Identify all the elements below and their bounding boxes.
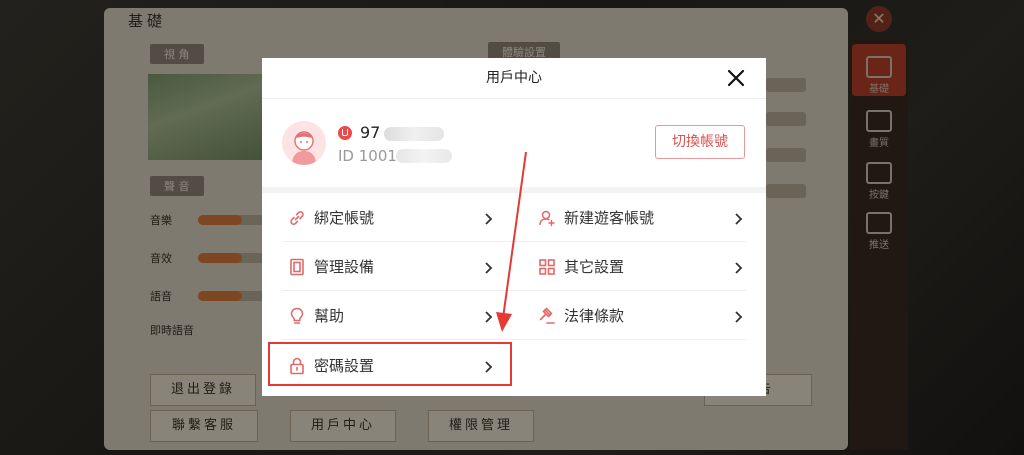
redacted-id <box>396 149 452 163</box>
user-name: 97 <box>360 123 381 142</box>
chevron-right-icon <box>734 260 744 274</box>
chevron-right-icon <box>734 309 744 323</box>
menu-label: 其它設置 <box>564 258 625 276</box>
account-badge-icon <box>338 126 352 140</box>
chevron-right-icon <box>484 309 494 323</box>
device-icon <box>288 258 306 276</box>
menu-item-password-settings[interactable]: 密碼設置 <box>266 342 510 390</box>
gavel-icon <box>538 307 556 325</box>
switch-account-button[interactable]: 切換帳號 <box>655 125 745 159</box>
menu-item-new-guest[interactable]: 新建遊客帳號 <box>516 194 760 242</box>
menu-label: 幫助 <box>314 307 345 325</box>
chevron-right-icon <box>734 211 744 225</box>
menu-item-manage-devices[interactable]: 管理設備 <box>266 243 510 291</box>
menu-label: 密碼設置 <box>314 357 375 375</box>
add-user-icon <box>538 209 556 227</box>
chevron-right-icon <box>484 260 494 274</box>
menu-item-legal-terms[interactable]: 法律條款 <box>516 292 760 340</box>
menu-item-other-settings[interactable]: 其它設置 <box>516 243 760 291</box>
user-id: ID 1001 <box>338 147 397 165</box>
menu-label: 管理設備 <box>314 258 375 276</box>
menu-item-help[interactable]: 幫助 <box>266 292 510 340</box>
dialog-title: 用戶中心 <box>486 70 542 86</box>
menu-label: 綁定帳號 <box>314 209 375 227</box>
link-icon <box>288 209 306 227</box>
avatar <box>282 121 326 165</box>
dialog-header: 用戶中心 <box>262 58 766 99</box>
close-icon[interactable] <box>724 66 748 90</box>
profile-section: 97 ID 1001 切換帳號 <box>262 99 766 187</box>
section-divider <box>262 187 766 193</box>
grid-icon <box>538 258 556 276</box>
redacted-name <box>384 127 444 141</box>
lock-icon <box>288 357 306 375</box>
lightbulb-icon <box>288 307 306 325</box>
chevron-right-icon <box>484 359 494 373</box>
menu-label: 新建遊客帳號 <box>564 209 655 227</box>
chevron-right-icon <box>484 211 494 225</box>
menu-label: 法律條款 <box>564 307 625 325</box>
menu-item-bind-account[interactable]: 綁定帳號 <box>266 194 510 242</box>
user-center-dialog: 用戶中心 97 ID 1001 切換帳號 綁定帳號 新建遊客帳號 管理設備 其它… <box>262 58 766 396</box>
